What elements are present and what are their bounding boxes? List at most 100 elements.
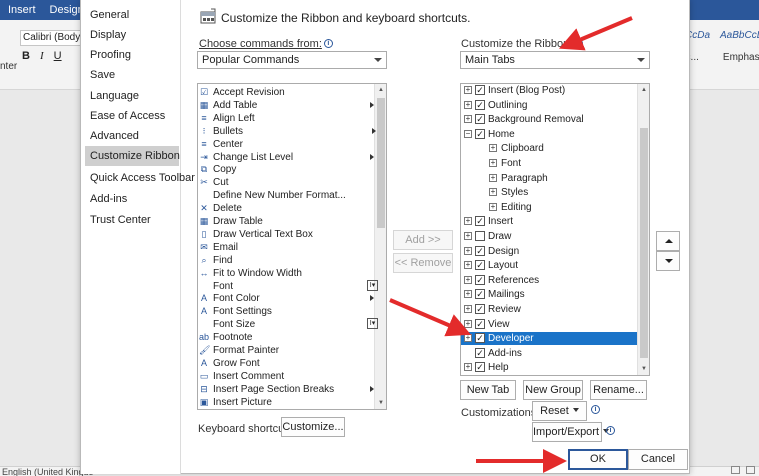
- ribbon-tab-item[interactable]: + ✓ Background Removal: [461, 113, 637, 126]
- word-font-name-box[interactable]: Calibri (Body): [20, 30, 82, 46]
- print-layout-icon[interactable]: [746, 466, 755, 474]
- read-mode-icon[interactable]: [731, 466, 740, 474]
- ribbon-tab-item[interactable]: + Styles: [461, 186, 637, 199]
- nav-item-quick-access-toolbar[interactable]: Quick Access Toolbar: [85, 168, 195, 188]
- style-sample-2[interactable]: AaBbCcDa: [720, 30, 759, 41]
- command-item[interactable]: ⇥ Change List Level: [198, 151, 386, 164]
- expand-icon[interactable]: +: [489, 144, 497, 153]
- tab-checkbox[interactable]: ✓: [475, 85, 485, 95]
- tabs-scrollbar[interactable]: ▲ ▼: [637, 84, 649, 375]
- ribbon-tab-item[interactable]: − ✓ Home: [461, 128, 637, 141]
- italic-button[interactable]: I: [40, 50, 44, 62]
- command-item[interactable]: A Font Settings: [198, 305, 386, 318]
- expand-icon[interactable]: +: [464, 100, 472, 109]
- ribbon-tab-item[interactable]: + ✓ Outlining: [461, 99, 637, 112]
- ribbon-tab-item[interactable]: + ✓ References: [461, 274, 637, 287]
- expand-icon[interactable]: +: [464, 305, 472, 313]
- command-item[interactable]: ▯ Draw Vertical Text Box: [198, 228, 386, 241]
- info-icon[interactable]: i: [323, 39, 333, 48]
- remove-button[interactable]: << Remove: [393, 253, 453, 273]
- tab-checkbox[interactable]: ✓: [475, 304, 485, 314]
- nav-item-advanced[interactable]: Advanced: [85, 126, 179, 146]
- nav-item-general[interactable]: General: [85, 5, 179, 25]
- command-item[interactable]: ▦ Add Table: [198, 99, 386, 112]
- ribbon-tab-item[interactable]: + Clipboard: [461, 142, 637, 155]
- nav-item-add-ins[interactable]: Add-ins: [85, 189, 179, 209]
- info-icon[interactable]: i: [606, 426, 615, 435]
- command-item[interactable]: A Grow Font: [198, 357, 386, 370]
- command-item[interactable]: ↔ Fit to Window Width: [198, 267, 386, 280]
- command-item[interactable]: 🖌 Format Painter: [198, 344, 386, 357]
- tab-checkbox[interactable]: ✓: [475, 216, 485, 227]
- tab-checkbox[interactable]: ✓: [475, 99, 485, 110]
- move-down-button[interactable]: [656, 251, 680, 271]
- ribbon-tab-item[interactable]: + ✓ Design: [461, 245, 637, 258]
- command-item[interactable]: ⊟ Insert Page Section Breaks: [198, 383, 386, 396]
- command-item[interactable]: ≡ Center: [198, 138, 386, 151]
- command-item[interactable]: ✂ Cut: [198, 176, 386, 189]
- command-item[interactable]: ⁝ Bullets: [198, 125, 386, 138]
- new-tab-button[interactable]: New Tab: [460, 380, 516, 400]
- info-icon[interactable]: i: [574, 39, 584, 48]
- expand-icon[interactable]: +: [489, 202, 497, 211]
- expand-icon[interactable]: +: [464, 217, 472, 226]
- ribbon-tab-item[interactable]: + ✓ Insert (Blog Post): [461, 84, 637, 97]
- collapse-icon[interactable]: −: [464, 129, 472, 138]
- word-tab-insert[interactable]: Insert: [0, 0, 42, 20]
- expand-icon[interactable]: +: [464, 275, 472, 284]
- nav-item-ease-of-access[interactable]: Ease of Access: [85, 106, 179, 126]
- choose-commands-combo[interactable]: Popular Commands: [197, 51, 387, 69]
- tab-checkbox[interactable]: ✓: [475, 274, 485, 285]
- reset-button[interactable]: Reset: [532, 401, 587, 421]
- command-item[interactable]: ▭ Insert Comment: [198, 370, 386, 383]
- scroll-up-icon[interactable]: ▲: [638, 84, 649, 96]
- tab-checkbox[interactable]: ✓: [475, 245, 485, 256]
- ribbon-tab-item[interactable]: ✓ Add-ins: [461, 347, 637, 360]
- tab-checkbox[interactable]: ✓: [475, 318, 485, 329]
- main-tabs-combo[interactable]: Main Tabs: [460, 51, 650, 69]
- ribbon-tab-item[interactable]: + ✓ Layout: [461, 259, 637, 272]
- command-item[interactable]: ▣ Insert Picture: [198, 396, 386, 409]
- ribbon-tab-item[interactable]: + ✓ Mailings: [461, 288, 637, 301]
- expand-icon[interactable]: +: [489, 188, 497, 197]
- scroll-thumb[interactable]: [640, 128, 648, 358]
- underline-button[interactable]: U: [54, 50, 62, 62]
- expand-icon[interactable]: +: [464, 363, 472, 372]
- expand-icon[interactable]: +: [464, 246, 472, 255]
- ribbon-tab-item[interactable]: + Font: [461, 157, 637, 170]
- expand-icon[interactable]: +: [464, 86, 472, 94]
- command-item[interactable]: ≡ Align Left: [198, 112, 386, 125]
- command-item[interactable]: ⧉ Copy: [198, 163, 386, 176]
- cancel-button[interactable]: Cancel: [628, 449, 688, 470]
- expand-icon[interactable]: +: [489, 173, 497, 182]
- tab-checkbox[interactable]: ✓: [475, 333, 485, 344]
- command-item[interactable]: A Font Color: [198, 292, 386, 305]
- tab-checkbox[interactable]: ✓: [475, 362, 485, 373]
- expand-icon[interactable]: +: [464, 290, 472, 299]
- expand-icon[interactable]: +: [464, 115, 472, 124]
- bold-button[interactable]: B: [22, 50, 30, 62]
- move-up-button[interactable]: [656, 231, 680, 251]
- expand-icon[interactable]: +: [464, 319, 472, 328]
- tab-checkbox[interactable]: ✓: [475, 347, 485, 358]
- scroll-down-icon[interactable]: ▼: [638, 363, 649, 375]
- ribbon-tab-item[interactable]: + ✓ Help: [461, 361, 637, 374]
- tab-checkbox[interactable]: ✓: [475, 260, 485, 271]
- ribbon-tab-item[interactable]: + ✓ Developer: [461, 332, 637, 346]
- import-export-button[interactable]: Import/Export: [532, 422, 610, 442]
- command-item[interactable]: Define New Number Format...: [198, 189, 386, 202]
- nav-item-proofing[interactable]: Proofing: [85, 45, 179, 65]
- ribbon-tabs-tree[interactable]: ▲ ▼ + ✓ Insert (Blog Post) + ✓ Outlining + ✓ Bac…: [460, 83, 650, 376]
- nav-item-display[interactable]: Display: [85, 25, 179, 45]
- ribbon-tab-item[interactable]: + ✓ Review: [461, 303, 637, 316]
- rename-button[interactable]: Rename...: [590, 380, 647, 400]
- command-item[interactable]: Font Size I▾: [198, 318, 386, 331]
- nav-item-trust-center[interactable]: Trust Center: [85, 210, 179, 230]
- ribbon-tab-item[interactable]: + ✓ View: [461, 318, 637, 331]
- ribbon-tab-item[interactable]: + Paragraph: [461, 172, 637, 185]
- command-item[interactable]: ✕ Delete: [198, 202, 386, 215]
- nav-item-language[interactable]: Language: [85, 86, 179, 106]
- tab-checkbox[interactable]: ✓: [475, 289, 485, 300]
- command-item[interactable]: ☑ Accept Revision: [198, 86, 386, 99]
- new-group-button[interactable]: New Group: [523, 380, 583, 400]
